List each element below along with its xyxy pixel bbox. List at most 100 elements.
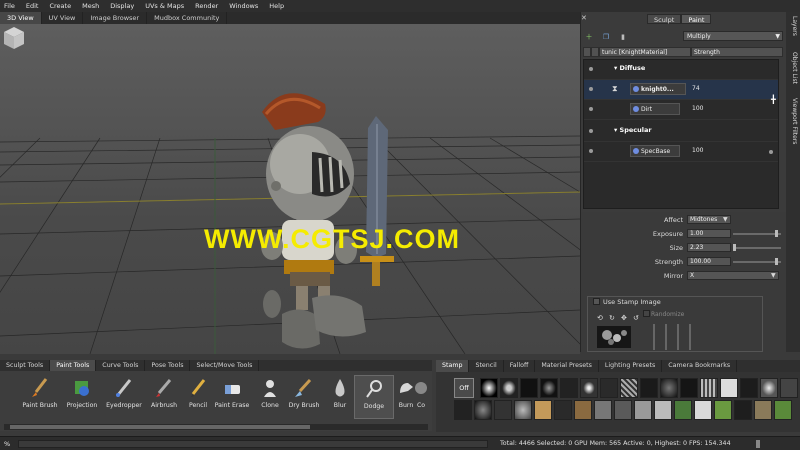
layer-row[interactable]: SpecBase 100: [584, 142, 778, 162]
viewcube-icon[interactable]: [0, 24, 28, 52]
stamp-thumbnail[interactable]: [474, 400, 492, 420]
tab-falloff[interactable]: Falloff: [504, 360, 536, 372]
stamp-thumbnail[interactable]: [600, 378, 618, 398]
stamp-thumbnail[interactable]: [734, 400, 752, 420]
exposure-field[interactable]: 1.00: [687, 229, 731, 238]
duplicate-layer-icon[interactable]: ❐: [602, 33, 610, 41]
randomize-slider[interactable]: [689, 324, 691, 350]
stamp-thumbnail[interactable]: [614, 400, 632, 420]
stamp-thumbnail[interactable]: [714, 400, 732, 420]
layer-name[interactable]: Dirt: [630, 103, 680, 115]
pin-icon[interactable]: ╋: [771, 95, 779, 105]
tab-sculpt[interactable]: Sculpt: [647, 14, 682, 24]
exposure-slider-handle[interactable]: [775, 230, 778, 237]
tool-dry-brush[interactable]: Dry Brush: [284, 375, 324, 419]
stamp-thumbnail[interactable]: [634, 400, 652, 420]
eye-icon[interactable]: [769, 150, 773, 154]
mirror-select[interactable]: X: [687, 271, 779, 280]
side-tab-layers[interactable]: Layers: [788, 16, 798, 36]
tab-uv-view[interactable]: UV View: [42, 12, 84, 24]
stamp-thumbnail[interactable]: [740, 378, 758, 398]
close-icon[interactable]: ✕: [581, 14, 589, 22]
side-tab-viewport-filters[interactable]: Viewport Filters: [788, 98, 798, 144]
layer-name[interactable]: knight0...: [630, 83, 686, 95]
tab-mudbox-community[interactable]: Mudbox Community: [147, 12, 228, 24]
side-tab-object-list[interactable]: Object List: [788, 52, 798, 84]
randomize-slider[interactable]: [677, 324, 679, 350]
menu-create[interactable]: Create: [49, 2, 71, 10]
menu-uvs-maps[interactable]: UVs & Maps: [145, 2, 184, 10]
stamp-thumbnail[interactable]: [574, 400, 592, 420]
randomize-checkbox[interactable]: [643, 310, 650, 317]
reset-icon[interactable]: ↺: [633, 314, 639, 322]
stamp-thumbnail[interactable]: [534, 400, 552, 420]
randomize-slider[interactable]: [653, 324, 655, 350]
menu-help[interactable]: Help: [269, 2, 284, 10]
stamp-thumbnail[interactable]: [720, 378, 738, 398]
new-layer-icon[interactable]: ＋: [585, 33, 593, 41]
eye-icon[interactable]: [589, 149, 593, 153]
layer-strength[interactable]: 74: [692, 85, 700, 92]
stamp-thumbnail[interactable]: [594, 400, 612, 420]
eye-icon[interactable]: [589, 67, 593, 71]
tab-stencil[interactable]: Stencil: [469, 360, 504, 372]
tool-eyedropper[interactable]: Eyedropper: [104, 375, 144, 419]
randomize-slider[interactable]: [665, 324, 667, 350]
tool-projection[interactable]: Projection: [62, 375, 102, 419]
stamp-thumbnail[interactable]: [480, 378, 498, 398]
delete-layer-icon[interactable]: ▮: [619, 33, 627, 41]
tab-select-move-tools[interactable]: Select/Move Tools: [190, 360, 260, 371]
stamp-thumbnail[interactable]: [494, 400, 512, 420]
tool-paint-erase[interactable]: Paint Erase: [212, 375, 252, 419]
stamp-thumbnail[interactable]: [540, 378, 558, 398]
flip-icon[interactable]: ⟲: [597, 314, 603, 322]
3d-viewport[interactable]: WWW.CGTSJ.COM: [0, 24, 580, 354]
layer-name[interactable]: SpecBase: [630, 145, 680, 157]
layer-row[interactable]: ⧗ knight0... 74: [584, 80, 778, 100]
stamp-thumbnail[interactable]: [514, 400, 532, 420]
stamp-thumbnail[interactable]: [554, 400, 572, 420]
tool-paint-brush[interactable]: Paint Brush: [20, 375, 60, 419]
stamp-thumbnail[interactable]: [620, 378, 638, 398]
tab-lighting-presets[interactable]: Lighting Presets: [599, 360, 663, 372]
stamp-thumbnail[interactable]: [754, 400, 772, 420]
eye-icon[interactable]: [589, 107, 593, 111]
tab-3d-view[interactable]: 3D View: [0, 12, 42, 24]
menu-mesh[interactable]: Mesh: [82, 2, 99, 10]
stamp-thumbnail[interactable]: [654, 400, 672, 420]
menu-edit[interactable]: Edit: [26, 2, 39, 10]
stamp-thumbnail[interactable]: [694, 400, 712, 420]
menu-file[interactable]: File: [4, 2, 15, 10]
stamp-thumbnail[interactable]: [454, 400, 472, 420]
tools-scrollbar[interactable]: [4, 424, 428, 430]
blend-mode-select[interactable]: Multiply ▼: [683, 31, 783, 41]
menu-windows[interactable]: Windows: [229, 2, 258, 10]
stamp-off-button[interactable]: Off: [454, 378, 474, 398]
stamp-thumbnail[interactable]: [560, 378, 578, 398]
tab-pose-tools[interactable]: Pose Tools: [145, 360, 191, 371]
material-header[interactable]: tunic [KnightMaterial]: [599, 47, 691, 57]
tab-camera-bookmarks[interactable]: Camera Bookmarks: [662, 360, 738, 372]
strength-slider-handle[interactable]: [775, 258, 778, 265]
eye-icon[interactable]: [589, 129, 593, 133]
status-resize-handle[interactable]: [756, 440, 760, 448]
strength-slider[interactable]: [733, 261, 781, 263]
layer-strength[interactable]: 100: [692, 147, 703, 154]
tab-material-presets[interactable]: Material Presets: [535, 360, 599, 372]
tab-paint-tools[interactable]: Paint Tools: [50, 360, 97, 371]
move-icon[interactable]: ✥: [621, 314, 627, 322]
tab-paint[interactable]: Paint: [681, 14, 712, 24]
menu-render[interactable]: Render: [195, 2, 218, 10]
rotate-icon[interactable]: ↻: [609, 314, 615, 322]
size-slider-handle[interactable]: [733, 244, 736, 251]
tab-curve-tools[interactable]: Curve Tools: [96, 360, 146, 371]
stamp-thumbnail[interactable]: [760, 378, 778, 398]
layer-row[interactable]: Dirt 100: [584, 100, 778, 120]
stamp-thumbnail[interactable]: [580, 378, 598, 398]
eye-icon[interactable]: [589, 87, 593, 91]
exposure-slider[interactable]: [733, 233, 781, 235]
size-field[interactable]: 2.23: [687, 243, 731, 252]
strength-field[interactable]: 100.00: [687, 257, 731, 266]
layer-group-row[interactable]: ▾ Diffuse: [584, 60, 778, 80]
stamp-thumbnail[interactable]: [640, 378, 658, 398]
